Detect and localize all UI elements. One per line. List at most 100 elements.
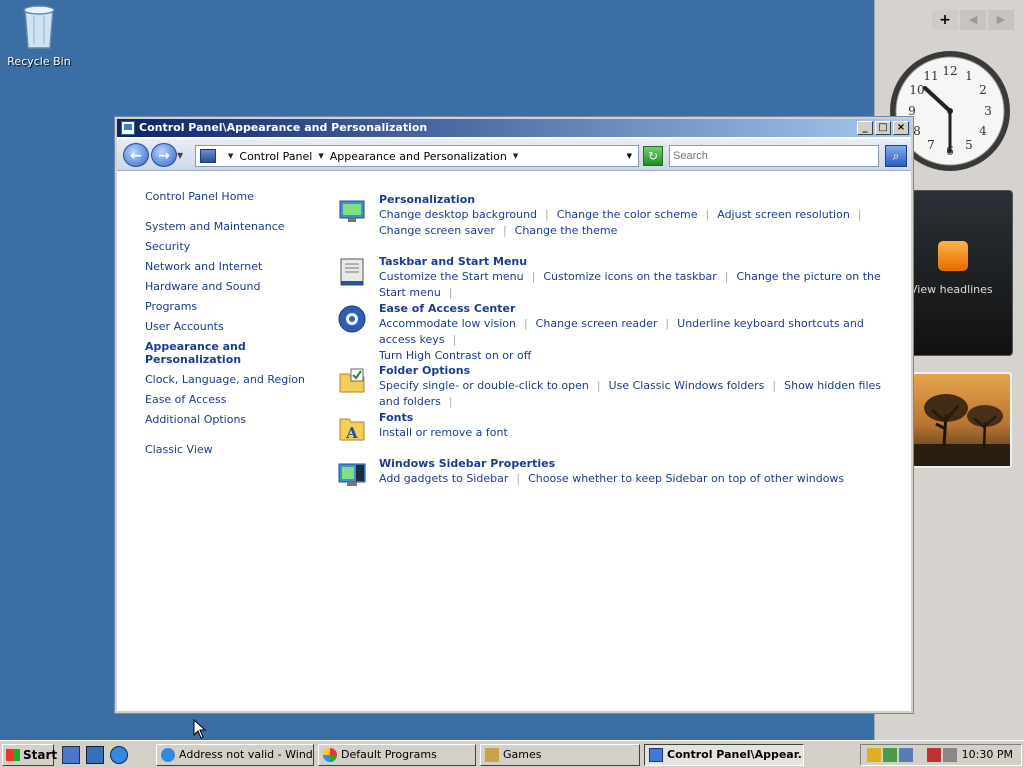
forward-button[interactable]: → [151, 143, 177, 167]
category-title[interactable]: Folder Options [379, 364, 895, 378]
search-input[interactable] [669, 145, 879, 167]
task-link[interactable]: Choose whether to keep Sidebar on top of… [528, 472, 844, 485]
task-address-not-valid[interactable]: Address not valid - Wind... [156, 744, 314, 766]
start-button[interactable]: Start [2, 744, 57, 766]
task-link[interactable]: Change desktop background [379, 208, 537, 221]
taskbar-icon[interactable] [337, 257, 367, 287]
link-separator: | [857, 208, 862, 221]
tray-clock[interactable]: 10:30 PM [962, 748, 1013, 761]
task-games[interactable]: Games [480, 744, 640, 766]
nav-clock-language-region[interactable]: Clock, Language, and Region [145, 370, 335, 390]
sidebar-properties-icon[interactable] [337, 459, 367, 489]
task-link[interactable]: Specify single- or double-click to open [379, 379, 589, 392]
svg-text:5: 5 [965, 138, 973, 152]
task-control-panel[interactable]: Control Panel\Appear... [644, 744, 804, 766]
task-link[interactable]: Turn High Contrast on or off [379, 349, 531, 362]
chevron-down-icon[interactable]: ▼ [513, 152, 518, 160]
personalization-icon[interactable] [337, 195, 367, 225]
task-link[interactable]: Accommodate low vision [379, 317, 516, 330]
default-programs-icon [323, 748, 337, 762]
task-link[interactable]: Install or remove a font [379, 426, 508, 439]
switch-windows-icon[interactable] [86, 746, 104, 764]
category-title[interactable]: Fonts [379, 411, 895, 425]
next-gadget-button[interactable]: ▶ [988, 10, 1014, 30]
category-personalization: Personalization Change desktop background… [335, 193, 895, 255]
search-icon[interactable]: ⌕ [885, 145, 907, 167]
control-panel-window: Control Panel\Appearance and Personaliza… [114, 116, 914, 714]
address-dropdown-icon[interactable]: ▼ [627, 152, 632, 160]
prev-gadget-button[interactable]: ◀ [960, 10, 986, 30]
svg-text:7: 7 [927, 138, 935, 152]
task-link[interactable]: Add gadgets to Sidebar [379, 472, 508, 485]
network-icon[interactable] [899, 748, 913, 762]
category-title[interactable]: Taskbar and Start Menu [379, 255, 895, 269]
window-title: Control Panel\Appearance and Personaliza… [139, 121, 428, 134]
nav-security[interactable]: Security [145, 237, 335, 257]
chevron-down-icon[interactable]: ▼ [318, 152, 323, 160]
category-title[interactable]: Ease of Access Center [379, 302, 895, 316]
category-link-row: Customize the Start menu | Customize icons… [379, 269, 895, 301]
link-separator: | [724, 270, 729, 283]
category-ease-of-access-center: Ease of Access Center Accommodate low vis… [335, 302, 895, 364]
feed-headlines-gadget[interactable]: View headlines [905, 190, 1013, 356]
left-navigation: Control Panel Home System and Maintenanc… [145, 187, 335, 460]
link-separator: | [596, 379, 601, 392]
nav-system-and-maintenance[interactable]: System and Maintenance [145, 217, 335, 237]
refresh-icon[interactable]: ↻ [643, 146, 663, 166]
recent-pages-dropdown-icon[interactable]: ▼ [177, 151, 183, 160]
ie-icon [161, 748, 175, 762]
link-separator: | [531, 270, 536, 283]
slideshow-gadget[interactable] [912, 372, 1012, 468]
task-link[interactable]: Customize icons on the taskbar [543, 270, 716, 283]
nav-ease-of-access[interactable]: Ease of Access [145, 390, 335, 410]
window-titlebar[interactable]: Control Panel\Appearance and Personaliza… [117, 119, 911, 137]
svg-text:11: 11 [923, 69, 938, 83]
task-link[interactable]: Change the theme [515, 224, 618, 237]
nav-user-accounts[interactable]: User Accounts [145, 317, 335, 337]
svg-text:8: 8 [913, 124, 921, 138]
svg-text:1: 1 [965, 69, 973, 83]
windows-logo-icon [6, 749, 20, 761]
svg-text:A: A [345, 424, 358, 442]
task-link[interactable]: Adjust screen resolution [717, 208, 850, 221]
category-title[interactable]: Personalization [379, 193, 895, 207]
feed-gadget-text: View headlines [910, 283, 993, 296]
ie-quicklaunch-icon[interactable] [110, 746, 128, 764]
task-link[interactable]: Change screen reader [536, 317, 658, 330]
volume-muted-icon[interactable] [943, 748, 957, 762]
minimize-button[interactable]: _ [857, 121, 873, 135]
link-separator: | [705, 208, 710, 221]
safely-remove-icon[interactable] [883, 748, 897, 762]
task-link[interactable]: Use Classic Windows folders [609, 379, 765, 392]
recycle-bin-label: Recycle Bin [7, 55, 71, 68]
maximize-button[interactable]: □ [875, 121, 891, 135]
address-bar[interactable]: ▼ Control Panel ▼ Appearance and Persona… [195, 145, 639, 167]
task-default-programs[interactable]: Default Programs [318, 744, 476, 766]
recycle-bin[interactable]: Recycle Bin [6, 2, 72, 68]
link-separator: | [665, 317, 670, 330]
task-link[interactable]: Change screen saver [379, 224, 495, 237]
close-button[interactable]: × [893, 121, 909, 135]
nav-programs[interactable]: Programs [145, 297, 335, 317]
folder-options-icon[interactable] [337, 366, 367, 396]
nav-classic-view[interactable]: Classic View [145, 440, 335, 460]
security-shield-icon[interactable] [867, 748, 881, 762]
nav-hardware-and-sound[interactable]: Hardware and Sound [145, 277, 335, 297]
link-separator: | [448, 286, 453, 299]
category-title[interactable]: Windows Sidebar Properties [379, 457, 895, 471]
nav-network-and-internet[interactable]: Network and Internet [145, 257, 335, 277]
nav-additional-options[interactable]: Additional Options [145, 410, 335, 430]
nav-control-panel-home[interactable]: Control Panel Home [145, 187, 335, 207]
chevron-down-icon[interactable]: ▼ [228, 152, 233, 160]
breadcrumb-control-panel[interactable]: Control Panel [239, 150, 312, 163]
show-desktop-icon[interactable] [62, 746, 80, 764]
breadcrumb-appearance[interactable]: Appearance and Personalization [330, 150, 507, 163]
ease-of-access-icon[interactable] [337, 304, 367, 334]
add-gadget-button[interactable]: + [932, 10, 958, 30]
network-disconnected-icon[interactable] [927, 748, 941, 762]
category-folder-options: Folder Options Specify single- or double-… [335, 364, 895, 411]
fonts-icon[interactable]: A [337, 413, 367, 443]
task-link[interactable]: Customize the Start menu [379, 270, 524, 283]
task-link[interactable]: Change the color scheme [557, 208, 698, 221]
back-button[interactable]: ← [123, 143, 149, 167]
